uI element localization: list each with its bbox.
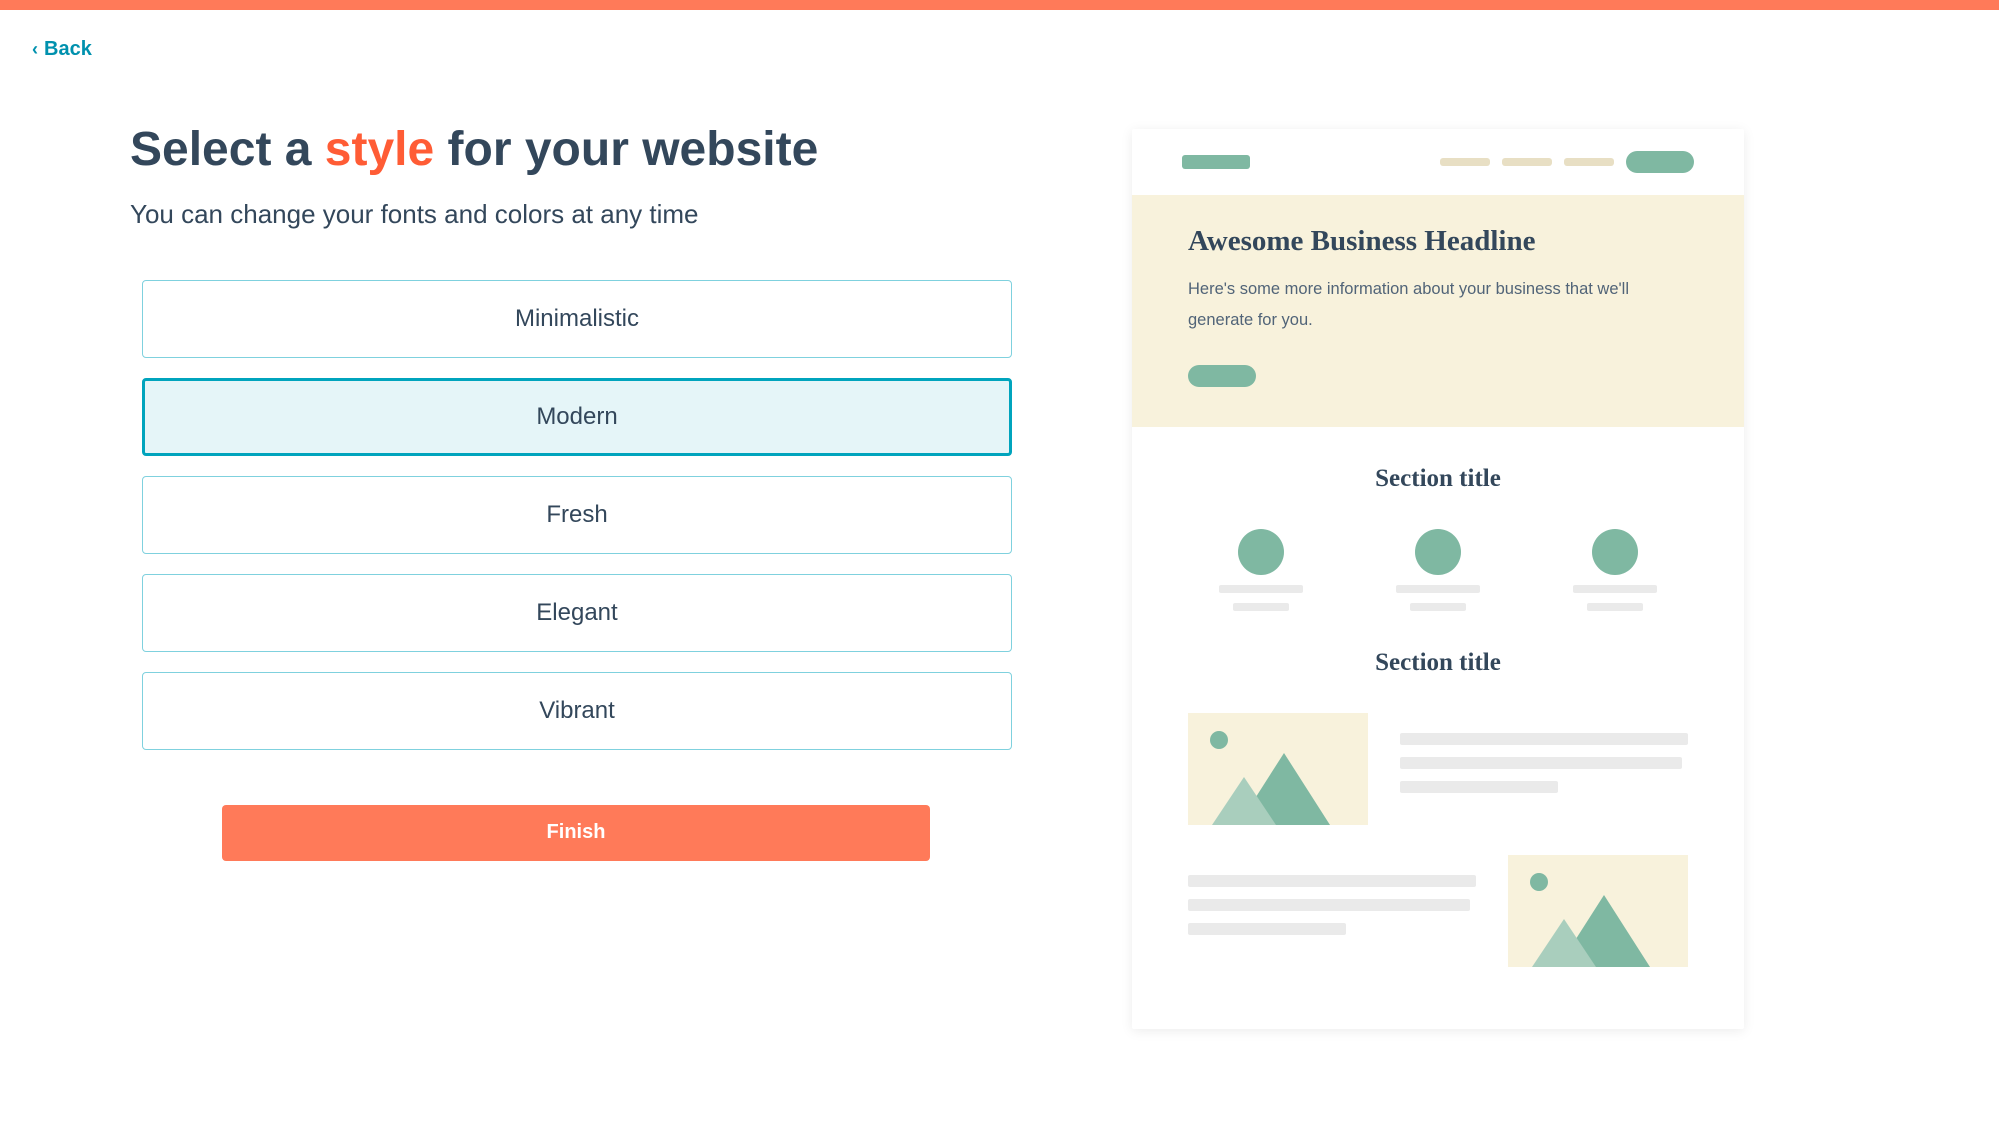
preview-columns — [1188, 529, 1688, 611]
preview-section-title: Section title — [1188, 465, 1688, 493]
preview-subtext: Here's some more information about your … — [1188, 274, 1688, 337]
subtitle: You can change your fonts and colors at … — [130, 199, 1012, 230]
title-suffix: for your website — [434, 123, 818, 176]
preview-text-placeholder — [1400, 757, 1682, 769]
sun-icon — [1530, 873, 1548, 891]
style-option-label: Minimalistic — [515, 305, 639, 333]
preview-text-placeholder — [1188, 923, 1346, 935]
preview-column — [1219, 529, 1303, 611]
preview-text-placeholder — [1573, 585, 1657, 593]
preview-image-placeholder — [1508, 855, 1688, 967]
preview-text-placeholder — [1410, 603, 1466, 611]
preview-text-block — [1188, 855, 1476, 967]
page-title: Select a style for your website — [130, 121, 1012, 179]
preview-text-placeholder — [1396, 585, 1480, 593]
finish-label: Finish — [547, 821, 606, 843]
finish-button[interactable]: Finish — [222, 805, 930, 861]
title-highlight: style — [325, 123, 434, 176]
preview-headline: Awesome Business Headline — [1188, 225, 1688, 258]
back-label: Back — [44, 38, 92, 61]
preview-text-placeholder — [1219, 585, 1303, 593]
preview-text-placeholder — [1587, 603, 1643, 611]
preview-hero: Awesome Business Headline Here's some mo… — [1132, 195, 1744, 427]
preview-text-placeholder — [1400, 781, 1558, 793]
top-accent-bar — [0, 0, 1999, 10]
style-option-vibrant[interactable]: Vibrant — [142, 672, 1012, 750]
preview-row — [1188, 855, 1688, 967]
mountain-icon — [1532, 902, 1672, 967]
style-option-modern[interactable]: Modern — [142, 378, 1012, 456]
preview-header — [1132, 129, 1744, 195]
style-option-label: Modern — [536, 403, 617, 431]
circle-icon — [1592, 529, 1638, 575]
preview-text-placeholder — [1233, 603, 1289, 611]
style-option-elegant[interactable]: Elegant — [142, 574, 1012, 652]
style-options-list: Minimalistic Modern Fresh Elegant Vibran… — [142, 280, 1012, 750]
preview-panel: Awesome Business Headline Here's some mo… — [1132, 129, 1744, 1029]
style-option-label: Elegant — [536, 599, 617, 627]
title-prefix: Select a — [130, 123, 325, 176]
preview-text-block — [1400, 713, 1688, 825]
main-container: Select a style for your website You can … — [0, 121, 1999, 1029]
sun-icon — [1210, 731, 1228, 749]
style-option-label: Vibrant — [539, 697, 615, 725]
preview-nav-button-placeholder — [1626, 151, 1694, 173]
preview-text-placeholder — [1188, 899, 1470, 911]
style-option-fresh[interactable]: Fresh — [142, 476, 1012, 554]
circle-icon — [1238, 529, 1284, 575]
preview-nav-item — [1440, 158, 1490, 166]
chevron-left-icon: ‹ — [32, 39, 38, 60]
preview-text-placeholder — [1400, 733, 1688, 745]
preview-cta-placeholder — [1188, 365, 1256, 387]
preview-column — [1573, 529, 1657, 611]
preview-nav-item — [1502, 158, 1552, 166]
preview-image-placeholder — [1188, 713, 1368, 825]
style-option-minimalistic[interactable]: Minimalistic — [142, 280, 1012, 358]
preview-section-2: Section title — [1132, 649, 1744, 1029]
back-link[interactable]: ‹ Back — [0, 10, 92, 61]
preview-nav-item — [1564, 158, 1614, 166]
left-panel: Select a style for your website You can … — [130, 121, 1012, 1029]
preview-nav — [1440, 151, 1694, 173]
preview-row — [1188, 713, 1688, 825]
preview-column — [1396, 529, 1480, 611]
style-option-label: Fresh — [546, 501, 607, 529]
preview-section-1: Section title — [1132, 427, 1744, 649]
mountain-icon — [1212, 760, 1352, 825]
preview-logo-placeholder — [1182, 155, 1250, 169]
preview-section-title: Section title — [1188, 649, 1688, 677]
preview-text-placeholder — [1188, 875, 1476, 887]
circle-icon — [1415, 529, 1461, 575]
